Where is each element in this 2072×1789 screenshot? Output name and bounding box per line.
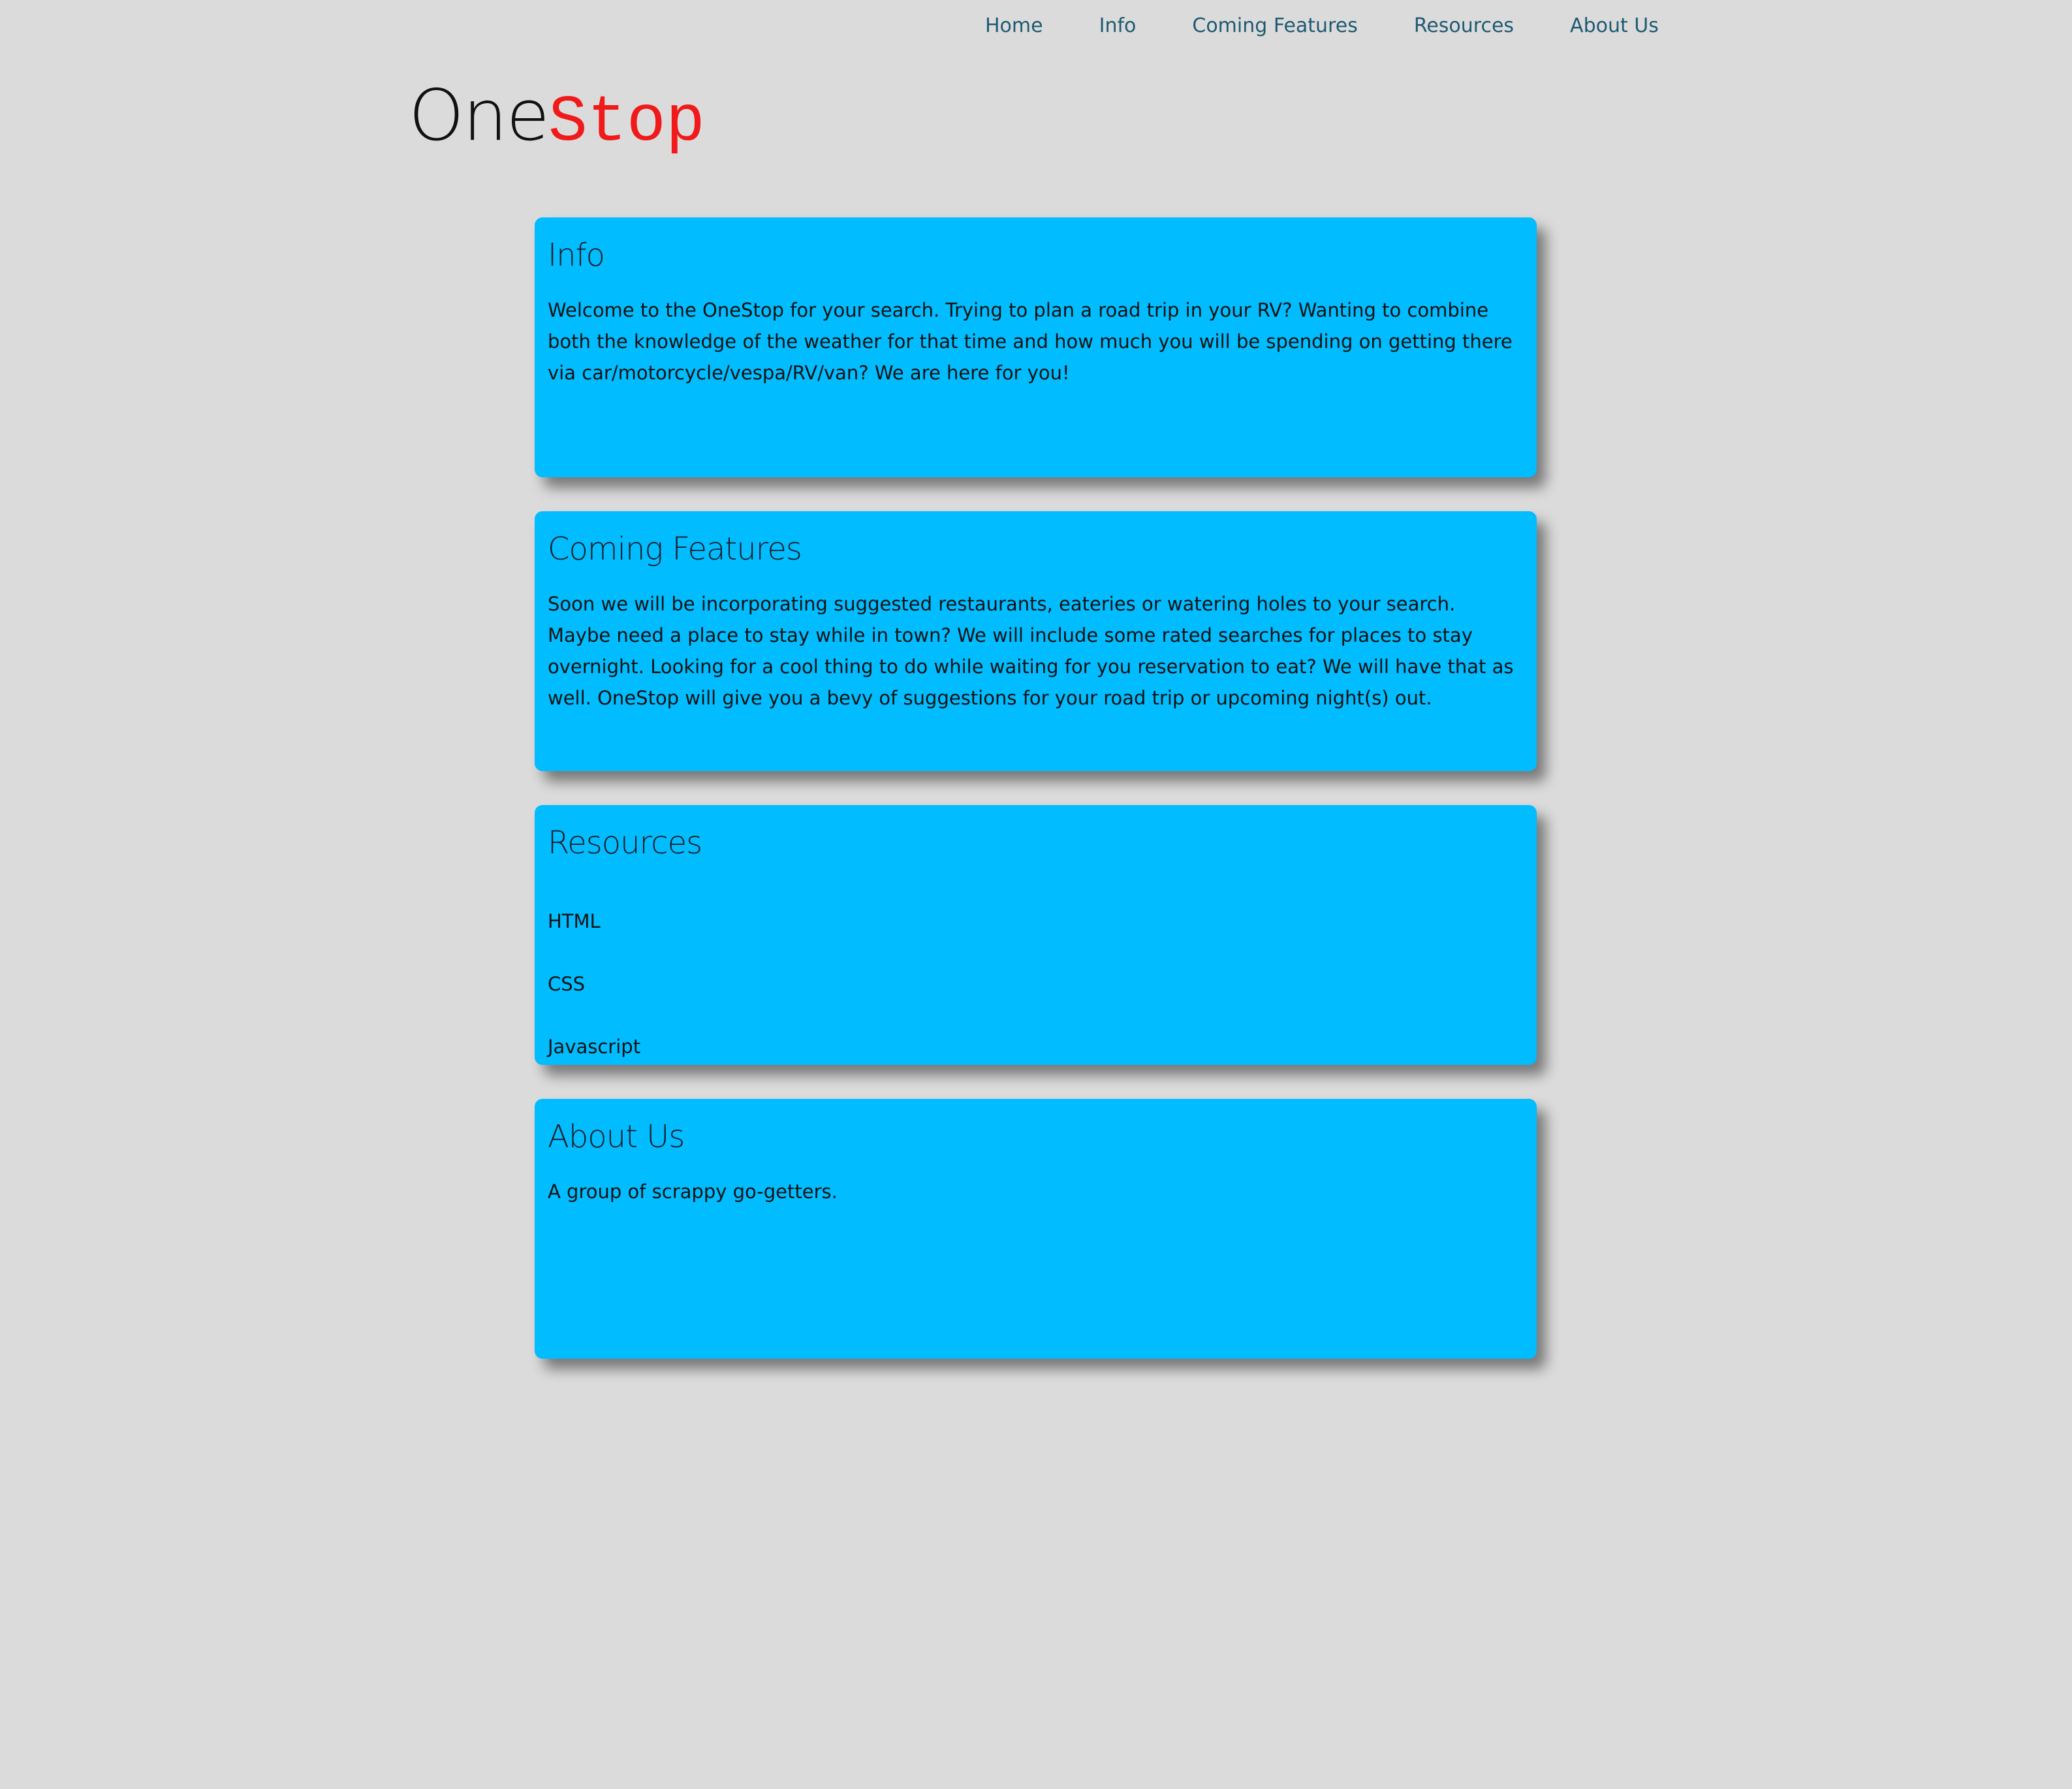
top-nav: Home Info Coming Features Resources Abou…	[957, 13, 1687, 39]
site-logo: OneStop	[409, 77, 705, 163]
resource-item-css[interactable]: CSS	[548, 968, 1524, 1000]
about-us-text: A group of scrappy go-getters.	[548, 1180, 838, 1203]
nav-link-resources[interactable]: Resources	[1386, 13, 1542, 39]
nav-link-about-us[interactable]: About Us	[1542, 13, 1687, 39]
resources-card: Resources HTML CSS Javascript	[535, 805, 1537, 1065]
info-heading: Info	[548, 237, 605, 274]
logo-text-one: One	[409, 75, 550, 157]
logo-text-stop: Stop	[548, 86, 705, 160]
info-card: Info Welcome to the OneStop for your sea…	[535, 217, 1537, 477]
coming-features-text: Soon we will be incorporating suggested …	[548, 593, 1514, 709]
coming-features-heading: Coming Features	[548, 531, 802, 567]
resource-item-javascript[interactable]: Javascript	[548, 1031, 1524, 1062]
resources-list: HTML CSS Javascript	[548, 906, 1524, 1062]
resource-item-html[interactable]: HTML	[548, 906, 1524, 937]
nav-link-coming-features[interactable]: Coming Features	[1164, 13, 1385, 39]
nav-link-home[interactable]: Home	[957, 13, 1071, 39]
info-text: Welcome to the OneStop for your search. …	[548, 299, 1513, 384]
coming-features-card: Coming Features Soon we will be incorpor…	[535, 511, 1537, 771]
resources-heading: Resources	[548, 825, 702, 861]
nav-link-info[interactable]: Info	[1071, 13, 1165, 39]
about-us-heading: About Us	[548, 1118, 685, 1155]
about-us-card: About Us A group of scrappy go-getters.	[535, 1099, 1537, 1359]
